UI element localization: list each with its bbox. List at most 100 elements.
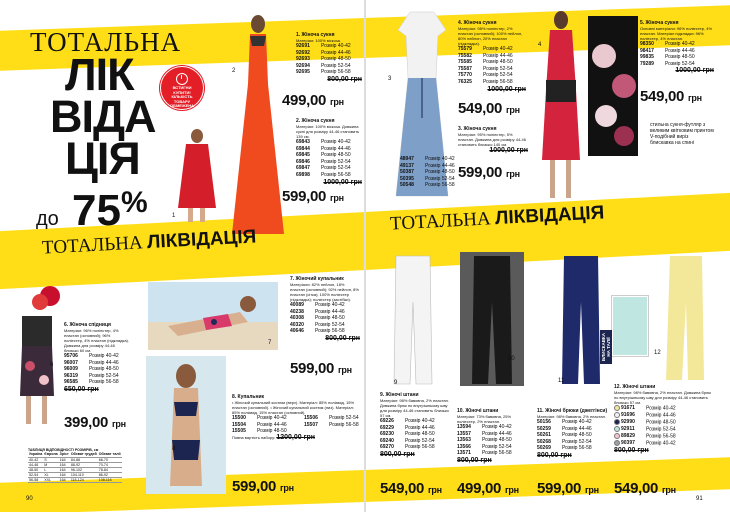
- product-code-row: 95706 Розмір 40-42: [64, 353, 130, 360]
- currency-9: грн: [427, 485, 442, 495]
- size-table-cell: 118-124: [69, 477, 98, 483]
- product-code: 13563: [457, 437, 471, 444]
- product-code-row: 69230 Розмір 48-50: [380, 431, 454, 438]
- product-code-row: 76325 Розмір 56-58: [458, 79, 526, 86]
- size-table-cell: 164: [58, 477, 70, 483]
- product-code-row: 50387 Розмір 48-50: [400, 169, 455, 176]
- old-price-8: 1200,00 грн: [276, 433, 315, 441]
- product-code-row: 13563 Розмір 48-50: [457, 437, 531, 444]
- product-size: Розмір 48-50: [562, 432, 592, 439]
- product-number-3: 3: [388, 76, 392, 82]
- product-code: 90397: [621, 439, 635, 446]
- product-code: 15504: [232, 421, 246, 428]
- price-value-4: 549,00: [458, 100, 503, 117]
- product-code-row: 69847 Розмір 52-54: [296, 165, 362, 172]
- old-price-3: 1000,00 грн: [489, 147, 528, 154]
- product-size: Розмір 44-46: [562, 425, 592, 432]
- banner-left-liquidation: ЛІКВІДАЦІЯ: [146, 226, 257, 254]
- product-codes-11: 50156 Розмір 40-42 50259 Розмір 44-46 50261 Р…: [537, 419, 611, 452]
- product-code: 75587: [458, 65, 472, 72]
- product-photo-6: [10, 276, 62, 426]
- product-code: 69270: [380, 444, 394, 451]
- size-table-cell: XXL: [43, 477, 59, 483]
- product-size: Розмір 52-54: [562, 438, 592, 445]
- product-codes-3: 48947 Розмір 40-42 49137 Розмір 44-46 50387 Р…: [400, 156, 455, 189]
- product-code: 15507: [304, 421, 318, 428]
- product-code-row: 75770 Розмір 52-54: [458, 72, 526, 79]
- product-code: 40308: [290, 315, 304, 322]
- product-info-6: 6. Жіноча спідниця Матеріал: 96% поліест…: [64, 322, 130, 393]
- product-code-row: 75587 Розмір 52-54: [458, 66, 526, 73]
- product-desc-10: Матеріал: 73% бавовна, 25% поліестер, 2%…: [457, 414, 512, 424]
- product-code-row: 96585 Розмір 56-58: [64, 379, 130, 386]
- product-code: 69240: [380, 437, 394, 444]
- product-number-10: 10: [508, 356, 515, 362]
- product-size: Розмір 52-54: [89, 372, 119, 379]
- product-code: 69845: [296, 152, 310, 159]
- old-price-2: 1000,00 грн: [323, 178, 362, 186]
- product-code: 92911: [621, 426, 635, 433]
- product-code-row: 92693 Розмір 48-50: [296, 56, 362, 63]
- product-code-row: 69843 Розмір 40-42: [296, 139, 362, 146]
- product-codes-10: 13594 Розмір 40-42 13557 Розмір 44-46 13563 Р…: [457, 424, 531, 457]
- product-size: Розмір 44-46: [405, 424, 435, 431]
- product-number-2: 2: [232, 68, 236, 74]
- product-size: Розмір 40-42: [483, 46, 513, 52]
- product-size: Розмір 52-54: [665, 60, 695, 67]
- product-size: Розмір 48-50: [646, 419, 676, 426]
- product-code-row: 13557 Розмір 44-46: [457, 431, 531, 438]
- product-code: 95706: [64, 353, 78, 359]
- product-code-row: 50395 Розмір 52-54: [400, 176, 455, 183]
- product-code: 50268: [537, 438, 551, 445]
- product-code: 96009: [64, 366, 78, 373]
- product-code-row: 69226 Розмір 40-42: [380, 418, 454, 425]
- product-code-row: 40646 Розмір 56-58: [290, 328, 360, 335]
- price-value-1: 499,00: [282, 92, 327, 109]
- color-swatch-icon: [614, 418, 620, 425]
- product-size: Розмір 40-42: [665, 41, 695, 47]
- product-code: 69843: [296, 139, 310, 145]
- product-code-row: 91696 Розмір 44-46: [614, 411, 714, 419]
- product-code: 92694: [296, 62, 310, 69]
- currency-3: грн: [505, 169, 520, 179]
- product-code-row: 75579 Розмір 40-42: [458, 46, 526, 53]
- old-price-7: 800,00 грн: [325, 334, 360, 342]
- product-code-row: 48947 Розмір 40-42: [400, 156, 455, 163]
- product-number-9: 9: [394, 380, 398, 386]
- clock-icon: [176, 73, 188, 85]
- product-size: Розмір 52-54: [315, 321, 345, 328]
- product-code-row: 50548 Розмір 56-58: [400, 182, 455, 189]
- price-8: 599,00 грн: [232, 478, 294, 495]
- color-swatch-icon: [614, 405, 620, 411]
- old-price-1: 800,00 грн: [327, 75, 362, 83]
- product-code-row: 75585 Розмір 48-50: [458, 59, 526, 66]
- product-size: Розмір 40-42: [425, 156, 455, 162]
- product-code: 13571: [457, 450, 471, 457]
- product-code: 13557: [457, 430, 471, 437]
- price-value-7: 599,00: [290, 360, 335, 377]
- product-code-row: 40238 Розмір 44-46: [290, 309, 360, 316]
- badge-text: ВСТИГНИ КУПИТИ! КІЛЬКІСТЬ ТОВАРУ ОБМЕЖЕН…: [169, 85, 195, 108]
- set-note-8: Повна вартість набору: 1200,00 грн: [232, 433, 360, 441]
- product-code: 40320: [290, 321, 304, 328]
- price-value-3: 599,00: [458, 164, 503, 181]
- product-size: Розмір 56-58: [315, 328, 345, 335]
- product-size: Розмір 44-46: [425, 162, 455, 169]
- bullet-1: стильна сукня-футляр з великим квітковим…: [650, 122, 714, 134]
- product-number-11: 11: [558, 378, 565, 384]
- price-value-10: 499,00: [457, 480, 502, 497]
- product-code: 96007: [64, 359, 78, 366]
- product-size: Розмір 56-58: [425, 182, 455, 189]
- percent-value: 75: [72, 186, 121, 235]
- product-code-row: 50259 Розмір 44-46: [537, 426, 611, 433]
- product-size: Розмір 52-54: [405, 437, 435, 444]
- product-info-9: 9. Жіночі штани Матеріал: 98% бавовна, 2…: [380, 392, 454, 458]
- old-price-11: 800,00 грн: [537, 451, 572, 459]
- bullet-3: блискавка на спині: [650, 140, 694, 146]
- old-price-6: 650,00 грн: [64, 385, 99, 393]
- product-code: 69226: [380, 418, 394, 424]
- currency-7: грн: [337, 365, 352, 375]
- product-code: 91696: [621, 412, 635, 419]
- product-size: Розмір 48-50: [89, 366, 119, 373]
- price-2: 599,00 грн: [282, 188, 344, 205]
